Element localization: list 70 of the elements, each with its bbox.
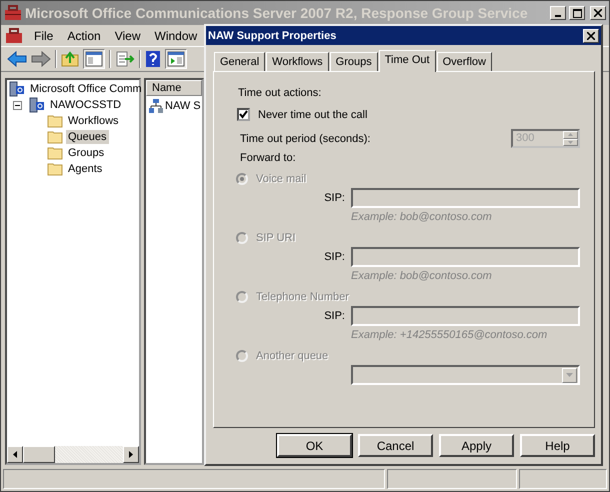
back-arrow-icon[interactable] [7,51,27,67]
checkbox-label: Never time out the call [258,108,368,120]
queue-dropdown[interactable] [351,365,580,385]
scroll-right-button[interactable] [123,446,139,463]
scroll-left-button[interactable] [7,446,23,463]
maximize-button[interactable] [569,6,585,20]
example-hint: Example: +14255550165@contoso.com [351,329,548,341]
example-hint: Example: bob@contoso.com [351,270,493,282]
checkbox[interactable] [237,108,250,121]
tree-item[interactable]: Microsoft Office Comm [28,82,144,96]
close-icon [594,9,602,17]
close-button[interactable] [590,6,606,20]
close-button[interactable] [583,28,599,42]
scrollbar-thumb[interactable] [23,446,55,463]
folder-icon [47,114,63,128]
menu-item[interactable]: Window [148,28,204,42]
radio-label: Telephone Number [256,291,349,303]
tab[interactable]: Time Out [378,50,436,72]
tab[interactable]: General [214,52,266,71]
dialog-button[interactable]: Help [520,434,595,457]
action-pane-icon[interactable] [165,49,187,69]
collapse-toggle[interactable] [13,100,22,110]
dialog-button[interactable]: OK [277,434,352,457]
forward-arrow-icon[interactable] [31,51,51,67]
dialog-title: NAW Support Properties [208,30,338,42]
input-field[interactable] [351,306,580,326]
section-label: Time out actions: [238,87,322,99]
field-label: SIP: [324,251,345,263]
tree-item[interactable]: Queues [66,130,109,144]
close-icon [587,32,595,40]
tree-item[interactable]: Groups [66,146,106,160]
field-label: Time out period (seconds): [240,132,370,144]
tab[interactable]: Groups [330,52,378,71]
tab[interactable]: Workflows [266,52,329,71]
help-icon[interactable] [145,50,161,68]
input-field[interactable] [351,188,580,208]
radio-label: SIP URI [256,232,296,244]
server-icon [9,81,25,97]
radio-label: Voice mail [256,173,306,185]
left-triangle-icon [13,451,17,458]
forward-label: Forward to: [239,152,297,164]
folder-icon [47,162,63,176]
menu-item[interactable]: Action [60,28,108,42]
list-item[interactable]: NAW S [165,100,201,112]
dialog-button[interactable]: Cancel [358,434,433,457]
menu-item[interactable]: File [27,28,60,42]
dropdown-triangle-icon [566,373,573,377]
folder-icon [47,146,63,160]
field-label: SIP: [324,192,345,204]
column-header[interactable]: Name [146,80,202,96]
tree-item[interactable]: NAWOCSSTD [48,98,124,112]
folder-icon [47,130,63,144]
tree-pane-icon[interactable] [83,49,105,69]
menu-item[interactable]: View [108,28,148,42]
server-icon [29,97,45,113]
maximize-icon [572,8,582,18]
example-hint: Example: bob@contoso.com [351,211,493,223]
right-triangle-icon [129,451,133,458]
field-label: SIP: [324,310,345,322]
radio-label: Another queue [256,350,328,362]
tree-item[interactable]: Workflows [66,114,121,128]
input-field[interactable] [351,247,580,267]
tab[interactable]: Overflow [436,52,492,71]
dialog-button[interactable]: Apply [439,434,514,457]
tree-item[interactable]: Agents [66,162,104,176]
toolbox-icon [4,5,22,21]
toolbox-icon [5,28,23,44]
minimize-button[interactable] [550,6,566,20]
network-icon [148,98,164,114]
export-list-icon[interactable] [115,51,135,67]
